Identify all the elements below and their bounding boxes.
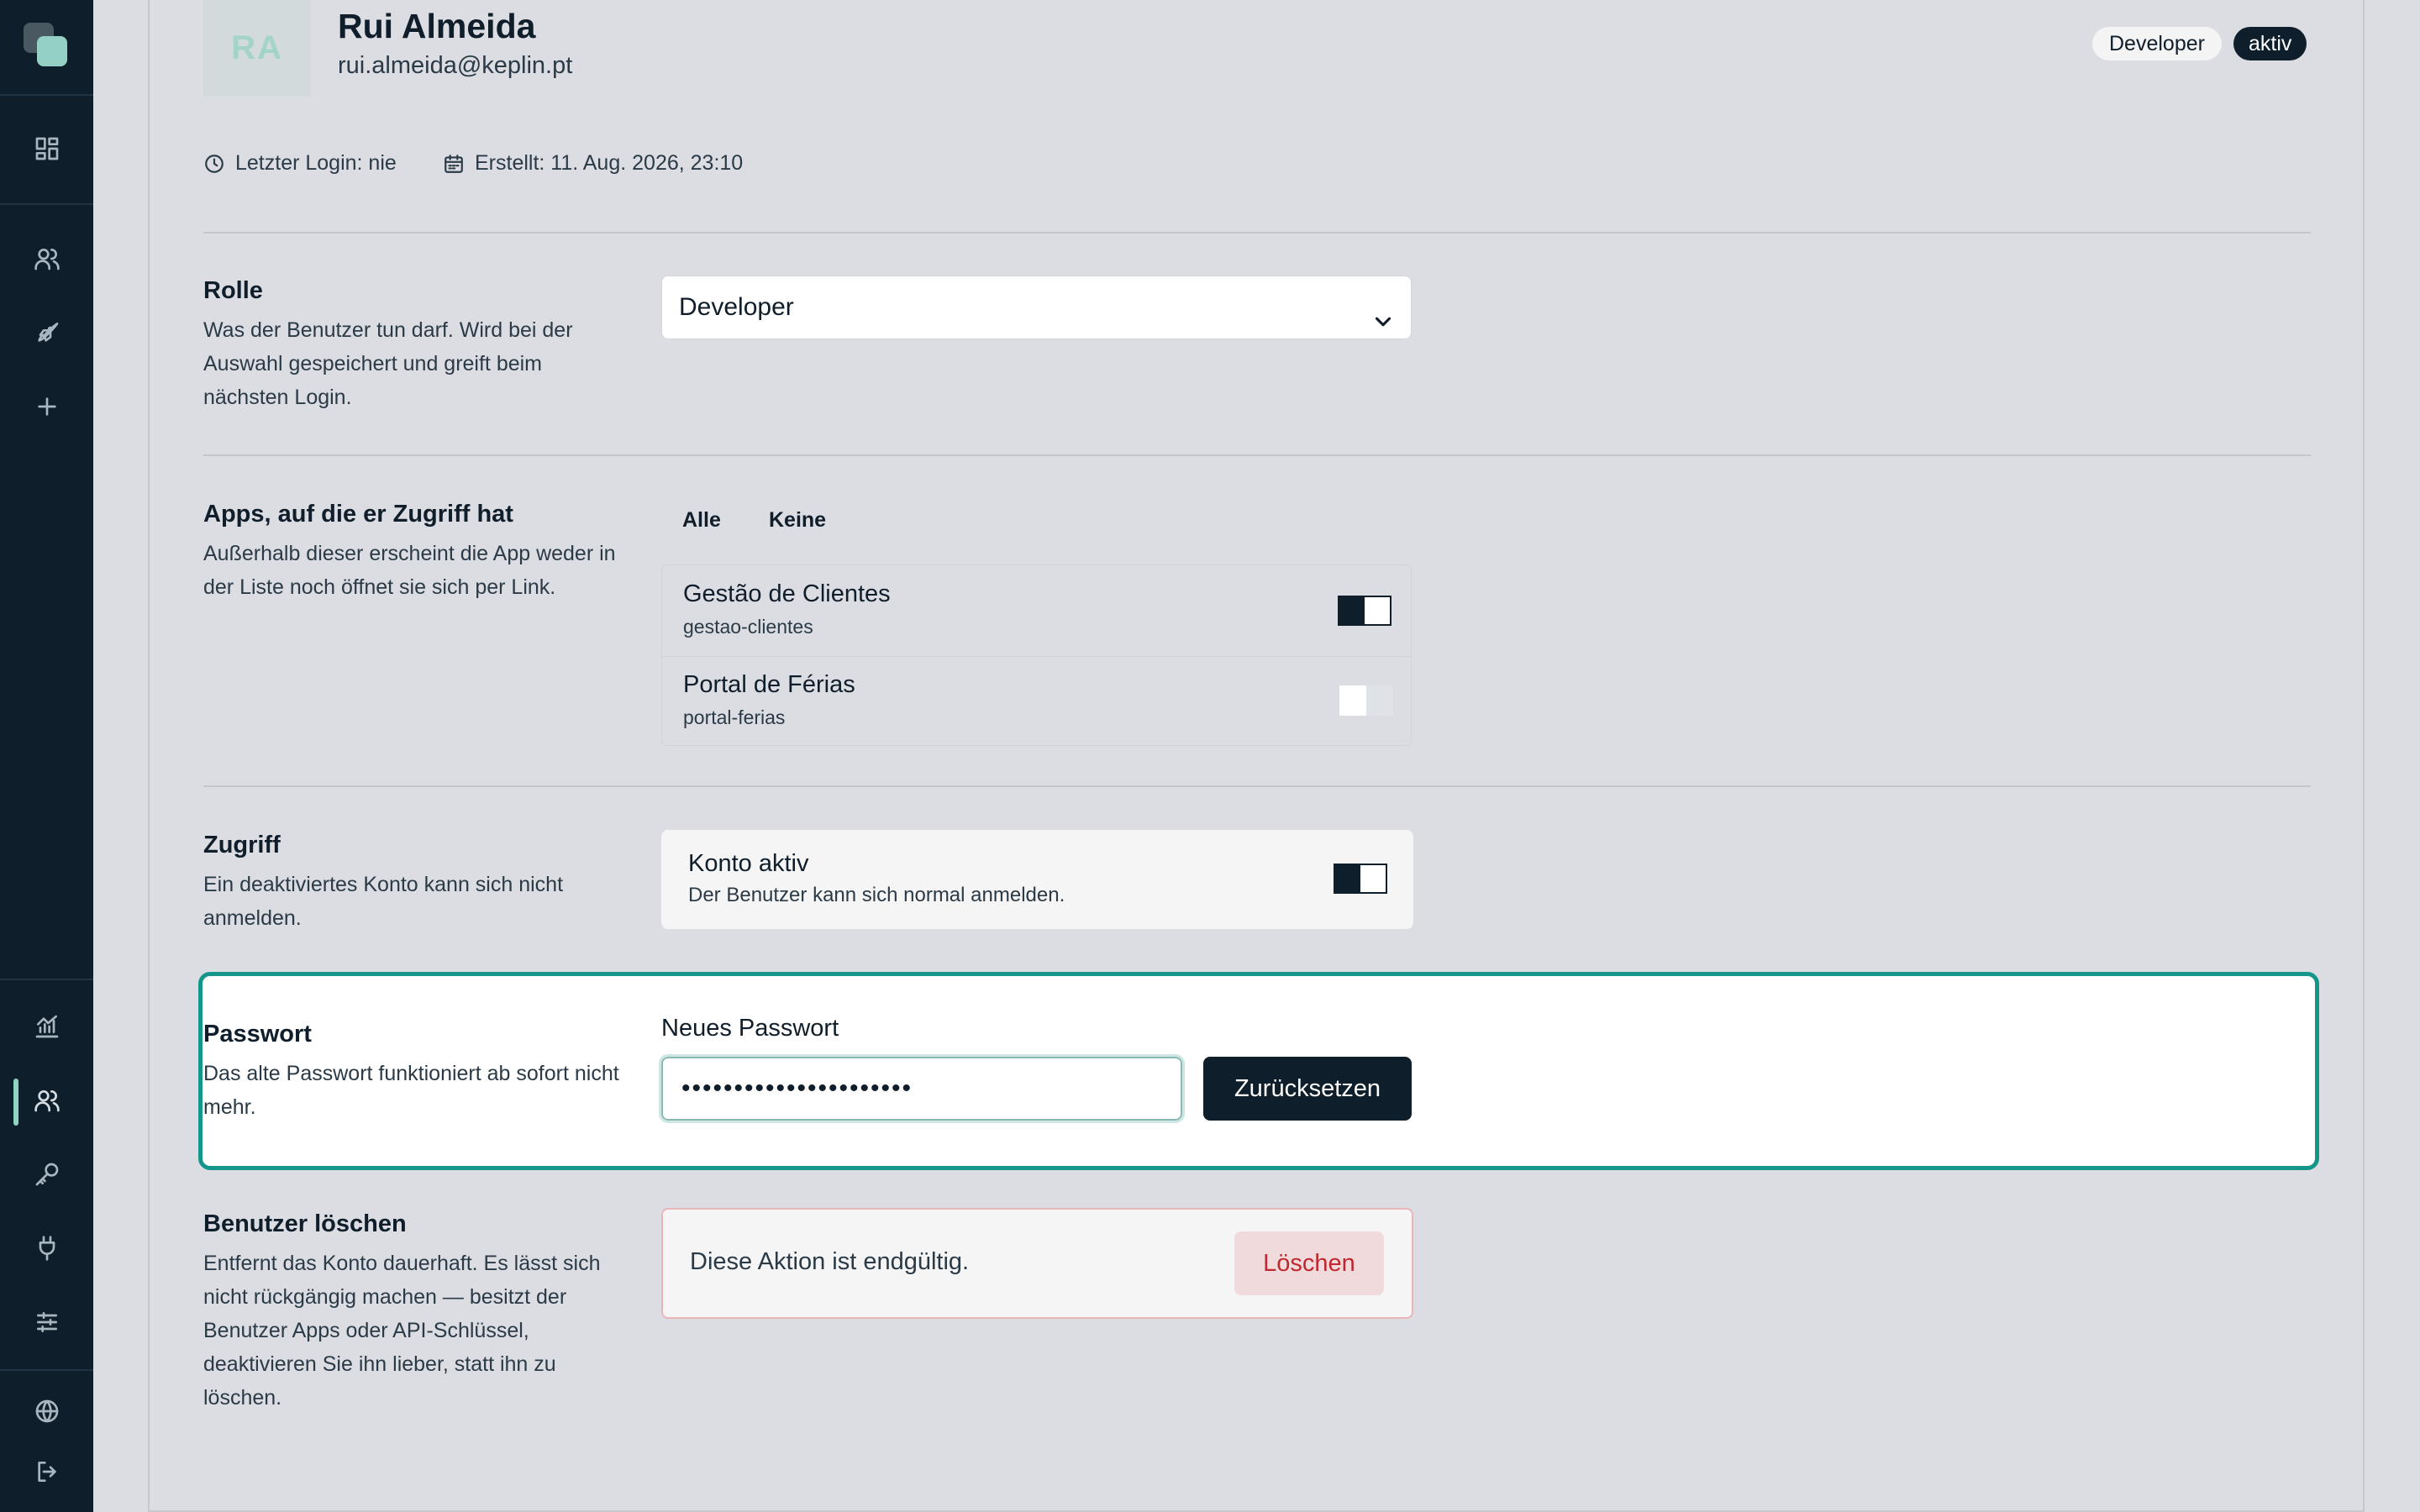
divider bbox=[203, 785, 2311, 787]
sidebar-divider bbox=[0, 1369, 93, 1371]
app-access-list: Gestão de Clientes gestao-clientes Porta… bbox=[661, 564, 1412, 746]
clock-icon bbox=[205, 154, 224, 173]
sidebar-divider bbox=[0, 979, 93, 980]
app-access-toggle[interactable] bbox=[1338, 596, 1392, 626]
apps-description: Außerhalb dieser erscheint die App weder… bbox=[203, 542, 616, 599]
password-description: Das alte Passwort funktioniert ab sofort… bbox=[203, 1062, 619, 1119]
app-access-toggle[interactable] bbox=[1339, 685, 1393, 716]
created-date: Erstellt: 11. Aug. 2026, 23:10 bbox=[443, 151, 743, 176]
account-active-title: Konto aktiv bbox=[688, 850, 809, 877]
role-select[interactable]: Developer bbox=[661, 276, 1412, 339]
select-none-button[interactable]: Keine bbox=[769, 508, 826, 533]
users-icon[interactable] bbox=[30, 242, 64, 276]
role-select-value: Developer bbox=[679, 293, 794, 321]
last-login: Letzter Login: nie bbox=[203, 151, 397, 176]
plug-icon[interactable] bbox=[30, 1231, 64, 1265]
app-slug: portal-ferias bbox=[683, 706, 786, 728]
list-item: Gestão de Clientes gestao-clientes bbox=[662, 565, 1411, 654]
rocket-icon[interactable] bbox=[30, 316, 64, 349]
delete-user-title: Benutzer löschen bbox=[203, 1210, 407, 1237]
plus-icon[interactable] bbox=[30, 390, 64, 423]
app-name: Portal de Férias bbox=[683, 671, 855, 698]
reset-password-button[interactable]: Zurücksetzen bbox=[1203, 1057, 1412, 1121]
logout-icon[interactable] bbox=[30, 1455, 64, 1488]
dashboard-icon[interactable] bbox=[30, 132, 64, 165]
role-title: Rolle bbox=[203, 277, 263, 304]
key-icon[interactable] bbox=[30, 1158, 64, 1191]
divider bbox=[203, 232, 2311, 234]
app-logo[interactable] bbox=[24, 23, 71, 70]
status-badge: aktiv bbox=[2233, 27, 2307, 60]
sidebar-divider bbox=[0, 94, 93, 96]
user-email: rui.almeida@keplin.pt bbox=[338, 52, 573, 79]
password-title: Passwort bbox=[203, 1021, 312, 1047]
apps-title: Apps, auf die er Zugriff hat bbox=[203, 501, 513, 528]
created-date-text: Erstellt: 11. Aug. 2026, 23:10 bbox=[475, 151, 744, 175]
new-password-input[interactable]: •••••••••••••••••••••• bbox=[659, 1054, 1185, 1123]
delete-user-description: Entfernt das Konto dauerhaft. Es lässt s… bbox=[203, 1252, 601, 1410]
chart-icon[interactable] bbox=[30, 1010, 64, 1043]
chevron-down-icon bbox=[1370, 296, 1396, 327]
role-badge: Developer bbox=[2092, 27, 2222, 60]
sidebar-divider bbox=[0, 203, 93, 205]
sliders-icon[interactable] bbox=[30, 1305, 64, 1339]
delete-warning-text: Diese Aktion ist endgültig. bbox=[690, 1248, 970, 1275]
user-name: Rui Almeida bbox=[338, 7, 536, 45]
account-active-card: Konto aktiv Der Benutzer kann sich norma… bbox=[661, 830, 1413, 929]
globe-icon[interactable] bbox=[30, 1394, 64, 1428]
delete-user-button[interactable]: Löschen bbox=[1234, 1231, 1384, 1295]
app-name: Gestão de Clientes bbox=[683, 580, 891, 607]
account-active-subtitle: Der Benutzer kann sich normal anmelden. bbox=[688, 884, 1065, 906]
select-all-button[interactable]: Alle bbox=[682, 508, 721, 533]
app-slug: gestao-clientes bbox=[683, 616, 813, 638]
delete-user-card: Diese Aktion ist endgültig. Löschen bbox=[661, 1208, 1413, 1319]
avatar: RA bbox=[203, 0, 311, 97]
calendar-icon bbox=[445, 154, 463, 173]
users-icon[interactable] bbox=[30, 1084, 64, 1117]
new-password-label: Neues Passwort bbox=[661, 1015, 839, 1042]
account-active-toggle[interactable] bbox=[1334, 864, 1387, 894]
role-description: Was der Benutzer tun darf. Wird bei der … bbox=[203, 318, 573, 409]
access-description: Ein deaktiviertes Konto kann sich nicht … bbox=[203, 873, 564, 930]
list-item: Portal de Férias portal-ferias bbox=[662, 656, 1411, 746]
sidebar bbox=[0, 0, 93, 1512]
access-title: Zugriff bbox=[203, 832, 281, 858]
divider bbox=[203, 454, 2311, 456]
last-login-text: Letzter Login: nie bbox=[235, 151, 397, 175]
sidebar-active-indicator bbox=[13, 1079, 18, 1126]
